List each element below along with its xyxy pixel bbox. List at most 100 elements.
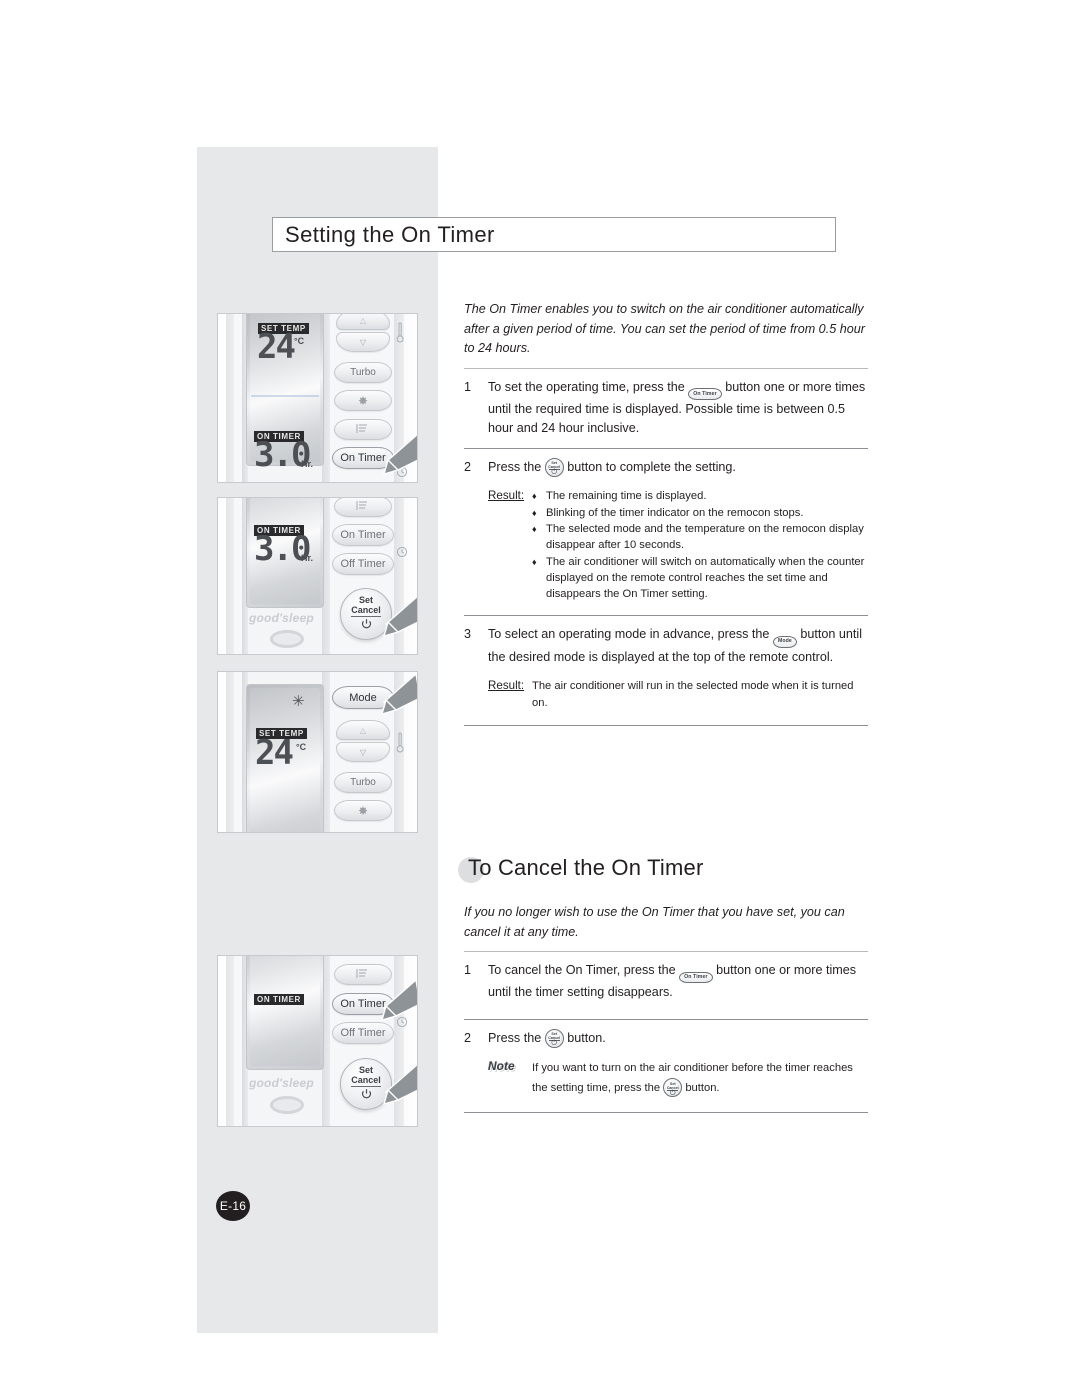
turbo-button[interactable]: Turbo [334, 772, 392, 793]
turbo-button-label: Turbo [350, 367, 376, 378]
cancel-label: Cancel [351, 1074, 381, 1087]
step-1-text-before: To set the operating time, press the [488, 379, 685, 394]
note-text-after: button. [685, 1082, 720, 1095]
brand-goodsleep-label: good'sleep [249, 1076, 314, 1090]
step-1-body: To set the operating time, press the On … [488, 378, 868, 439]
inline-set-cancel-button-icon[interactable]: Set Cancel ⏻ [544, 457, 564, 477]
result-body: ♦ The remaining time is displayed. ♦ Blink… [532, 488, 868, 602]
cancel-step-1-body: To cancel the On Timer, press the On Tim… [488, 961, 868, 1003]
result-item-text: Blinking of the timer indicator on the r… [546, 506, 804, 519]
temp-up-button[interactable]: △ [336, 314, 390, 330]
divider [464, 615, 868, 617]
power-icon [361, 1088, 372, 1103]
step-3-body: To select an operating mode in advance, … [488, 625, 868, 667]
lcd-timer-unit: Hr. [301, 553, 314, 563]
step-2-number: 2 [464, 459, 472, 474]
inline-set-cancel-button-icon[interactable]: Set Cancel ⏻ [544, 1028, 564, 1048]
result-label: Result: [488, 679, 525, 693]
cancel-step-2-text-before: Press the [488, 1030, 542, 1045]
power-icon: ⏻ [551, 1040, 557, 1048]
temp-down-button[interactable]: ▽ [336, 332, 390, 352]
remote-illustration-1: SET TEMP 24 °C ON TIMER 3.0 Hr. △ ▽ Turb… [217, 313, 418, 483]
step-2: 2 Press the Set Cancel ⏻ button to complet… [464, 457, 868, 478]
turbo-button[interactable]: Turbo [334, 362, 392, 383]
divider [464, 1112, 868, 1114]
lcd-temperature-unit: °C [296, 742, 307, 752]
brand-goodsleep-label: good'sleep [249, 611, 314, 625]
diamond-bullet-icon: ♦ [532, 491, 537, 502]
pointer-arrow-set-cancel [378, 1062, 417, 1106]
diamond-bullet-icon: ♦ [532, 556, 537, 567]
set-label: Set [358, 1064, 373, 1075]
power-icon [361, 618, 372, 633]
fan-icon: ✸ [357, 803, 369, 818]
swing-icon [355, 423, 371, 437]
result-list: ♦ The remaining time is displayed. ♦ Blink… [532, 488, 868, 602]
fan-icon: ✸ [357, 393, 369, 408]
step-1: 1 To set the operating time, press the O… [464, 378, 868, 439]
thermometer-icon [396, 732, 404, 756]
diamond-bullet-icon: ♦ [532, 507, 537, 518]
cancel-step-2: 2 Press the Set Cancel ⏻ button. [464, 1028, 868, 1049]
temp-down-button[interactable]: ▽ [336, 742, 390, 762]
result-item: ♦ The air conditioner will switch on auto… [532, 554, 868, 603]
pointer-arrow-on-timer [378, 432, 417, 476]
section-2: To Cancel the On Timer If you no longer … [458, 855, 868, 1122]
remote-speaker-hole [270, 1096, 304, 1114]
note-body: If you want to turn on the air condition… [532, 1059, 868, 1098]
inline-set-cancel-button-icon[interactable]: Set Cancel ⏻ [663, 1078, 683, 1098]
chevron-down-icon: ▽ [359, 747, 367, 757]
snowflake-icon: ✳ [292, 693, 305, 710]
on-timer-button-label: On Timer [340, 529, 386, 541]
result-item-text: The selected mode and the temperature on… [546, 522, 864, 552]
lcd-temperature-value: 24 [257, 327, 296, 367]
note-block: Note If you want to turn on the air cond… [464, 1059, 868, 1098]
cancel-step-2-body: Press the Set Cancel ⏻ button. [488, 1028, 868, 1049]
step-2-body: Press the Set Cancel ⏻ button to complete … [488, 457, 868, 478]
result-item: ♦ The remaining time is displayed. [532, 488, 868, 504]
divider [464, 367, 868, 369]
fan-speed-button[interactable]: ✸ [334, 390, 392, 411]
step-2-text-before: Press the [488, 459, 542, 474]
swing-icon [355, 500, 371, 514]
air-swing-button[interactable] [334, 498, 392, 517]
inline-mode-button-icon[interactable]: Mode [772, 636, 797, 648]
off-timer-button-label: Off Timer [340, 558, 386, 570]
off-timer-button[interactable]: Off Timer [332, 1022, 394, 1044]
pointer-arrow-set-cancel [378, 594, 417, 638]
lcd-temperature-value: 24 [255, 733, 294, 773]
step-2-result: Result: ♦ The remaining time is displayed… [464, 488, 868, 602]
fan-speed-button[interactable]: ✸ [334, 800, 392, 821]
power-icon: ⏻ [669, 1089, 676, 1097]
chevron-up-icon: △ [359, 725, 367, 735]
turbo-button-label: Turbo [350, 777, 376, 788]
lcd-sheen [251, 395, 319, 397]
lcd-timer-unit: Hr. [301, 459, 314, 469]
step-3: 3 To select an operating mode in advance… [464, 625, 868, 667]
mode-button-label: Mode [349, 691, 377, 704]
temp-up-button[interactable]: △ [336, 720, 390, 740]
off-timer-button[interactable]: Off Timer [332, 553, 394, 575]
remote-illustration-4: ON TIMER good'sleep On Timer Off Timer S… [217, 955, 418, 1127]
divider [464, 447, 868, 449]
section-intro-text: The On Timer enables you to switch on th… [464, 302, 865, 355]
result-label: Result: [488, 489, 525, 503]
on-timer-button[interactable]: On Timer [332, 524, 394, 546]
note-label: Note [488, 1059, 515, 1074]
result-item: ♦ The selected mode and the temperature o… [532, 521, 868, 554]
cancel-step-2-number: 2 [464, 1030, 472, 1045]
off-timer-button-label: Off Timer [340, 1027, 386, 1039]
cancel-step-1: 1 To cancel the On Timer, press the On T… [464, 961, 868, 1003]
remote-illustration-2: ON TIMER 3.0 Hr. good'sleep On Timer Off… [217, 497, 418, 655]
lcd-inner [250, 956, 320, 1066]
pointer-arrow-on-timer [376, 978, 417, 1022]
step-1-number: 1 [464, 379, 472, 394]
result-item-text: The air conditioner will switch on autom… [546, 555, 865, 601]
diamond-bullet-icon: ♦ [532, 523, 537, 534]
divider [464, 724, 868, 726]
step-2-text-after: button to complete the setting. [567, 459, 736, 474]
result-item-text: The remaining time is displayed. [546, 490, 707, 503]
inline-on-timer-button-icon[interactable]: On Timer [679, 971, 713, 984]
page-title: Setting the On Timer [285, 221, 495, 247]
inline-on-timer-button-icon[interactable]: On Timer [688, 388, 722, 400]
